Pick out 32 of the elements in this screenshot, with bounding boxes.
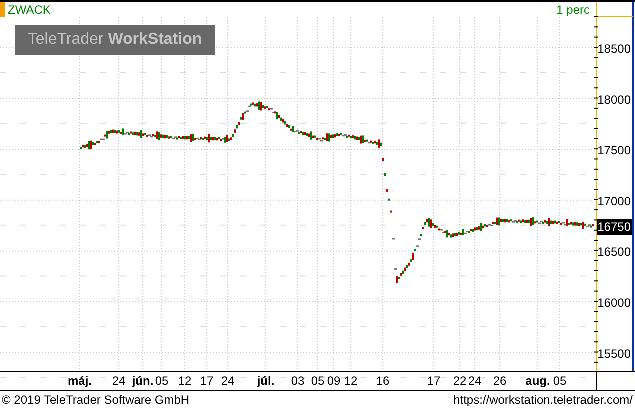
month-label: aug. <box>526 374 550 388</box>
date-label: 17 <box>200 374 214 388</box>
month-label: jún. <box>132 374 154 388</box>
date-label: 09 <box>327 374 341 388</box>
website-link[interactable]: https://workstation.teletrader.com/ <box>454 393 633 407</box>
price-tick-label: 16000 <box>598 296 631 310</box>
date-label: 03 <box>291 374 305 388</box>
date-label: 16 <box>376 374 390 388</box>
date-label: 12 <box>178 374 192 388</box>
date-label: 12 <box>344 374 358 388</box>
date-label: 24 <box>112 374 126 388</box>
price-tick-label: 18500 <box>598 42 631 56</box>
price-tick-label: 17000 <box>598 194 631 208</box>
last-price-label: 16750 <box>597 219 632 235</box>
price-tick-label: 17500 <box>598 144 631 158</box>
date-label: 26 <box>493 374 507 388</box>
symbol-name: ZWACK <box>8 3 51 17</box>
price-tick-label: 15500 <box>598 346 631 361</box>
date-label: 22 <box>453 374 467 388</box>
date-label: 17 <box>427 374 441 388</box>
copyright-text: © 2019 TeleTrader Software GmbH <box>2 393 190 407</box>
month-label: máj. <box>68 374 92 388</box>
price-tick-label: 16500 <box>598 245 631 260</box>
date-label: 05 <box>553 374 567 388</box>
date-label: 05 <box>155 374 169 388</box>
date-label: 05 <box>311 374 325 388</box>
date-label: 24 <box>468 374 482 388</box>
interval-label: 1 perc <box>556 3 590 17</box>
app-logo: TeleTrader WorkStation <box>15 25 215 55</box>
month-label: júl. <box>257 374 275 388</box>
date-label: 24 <box>221 374 235 388</box>
price-tick-label: 18000 <box>598 92 631 107</box>
